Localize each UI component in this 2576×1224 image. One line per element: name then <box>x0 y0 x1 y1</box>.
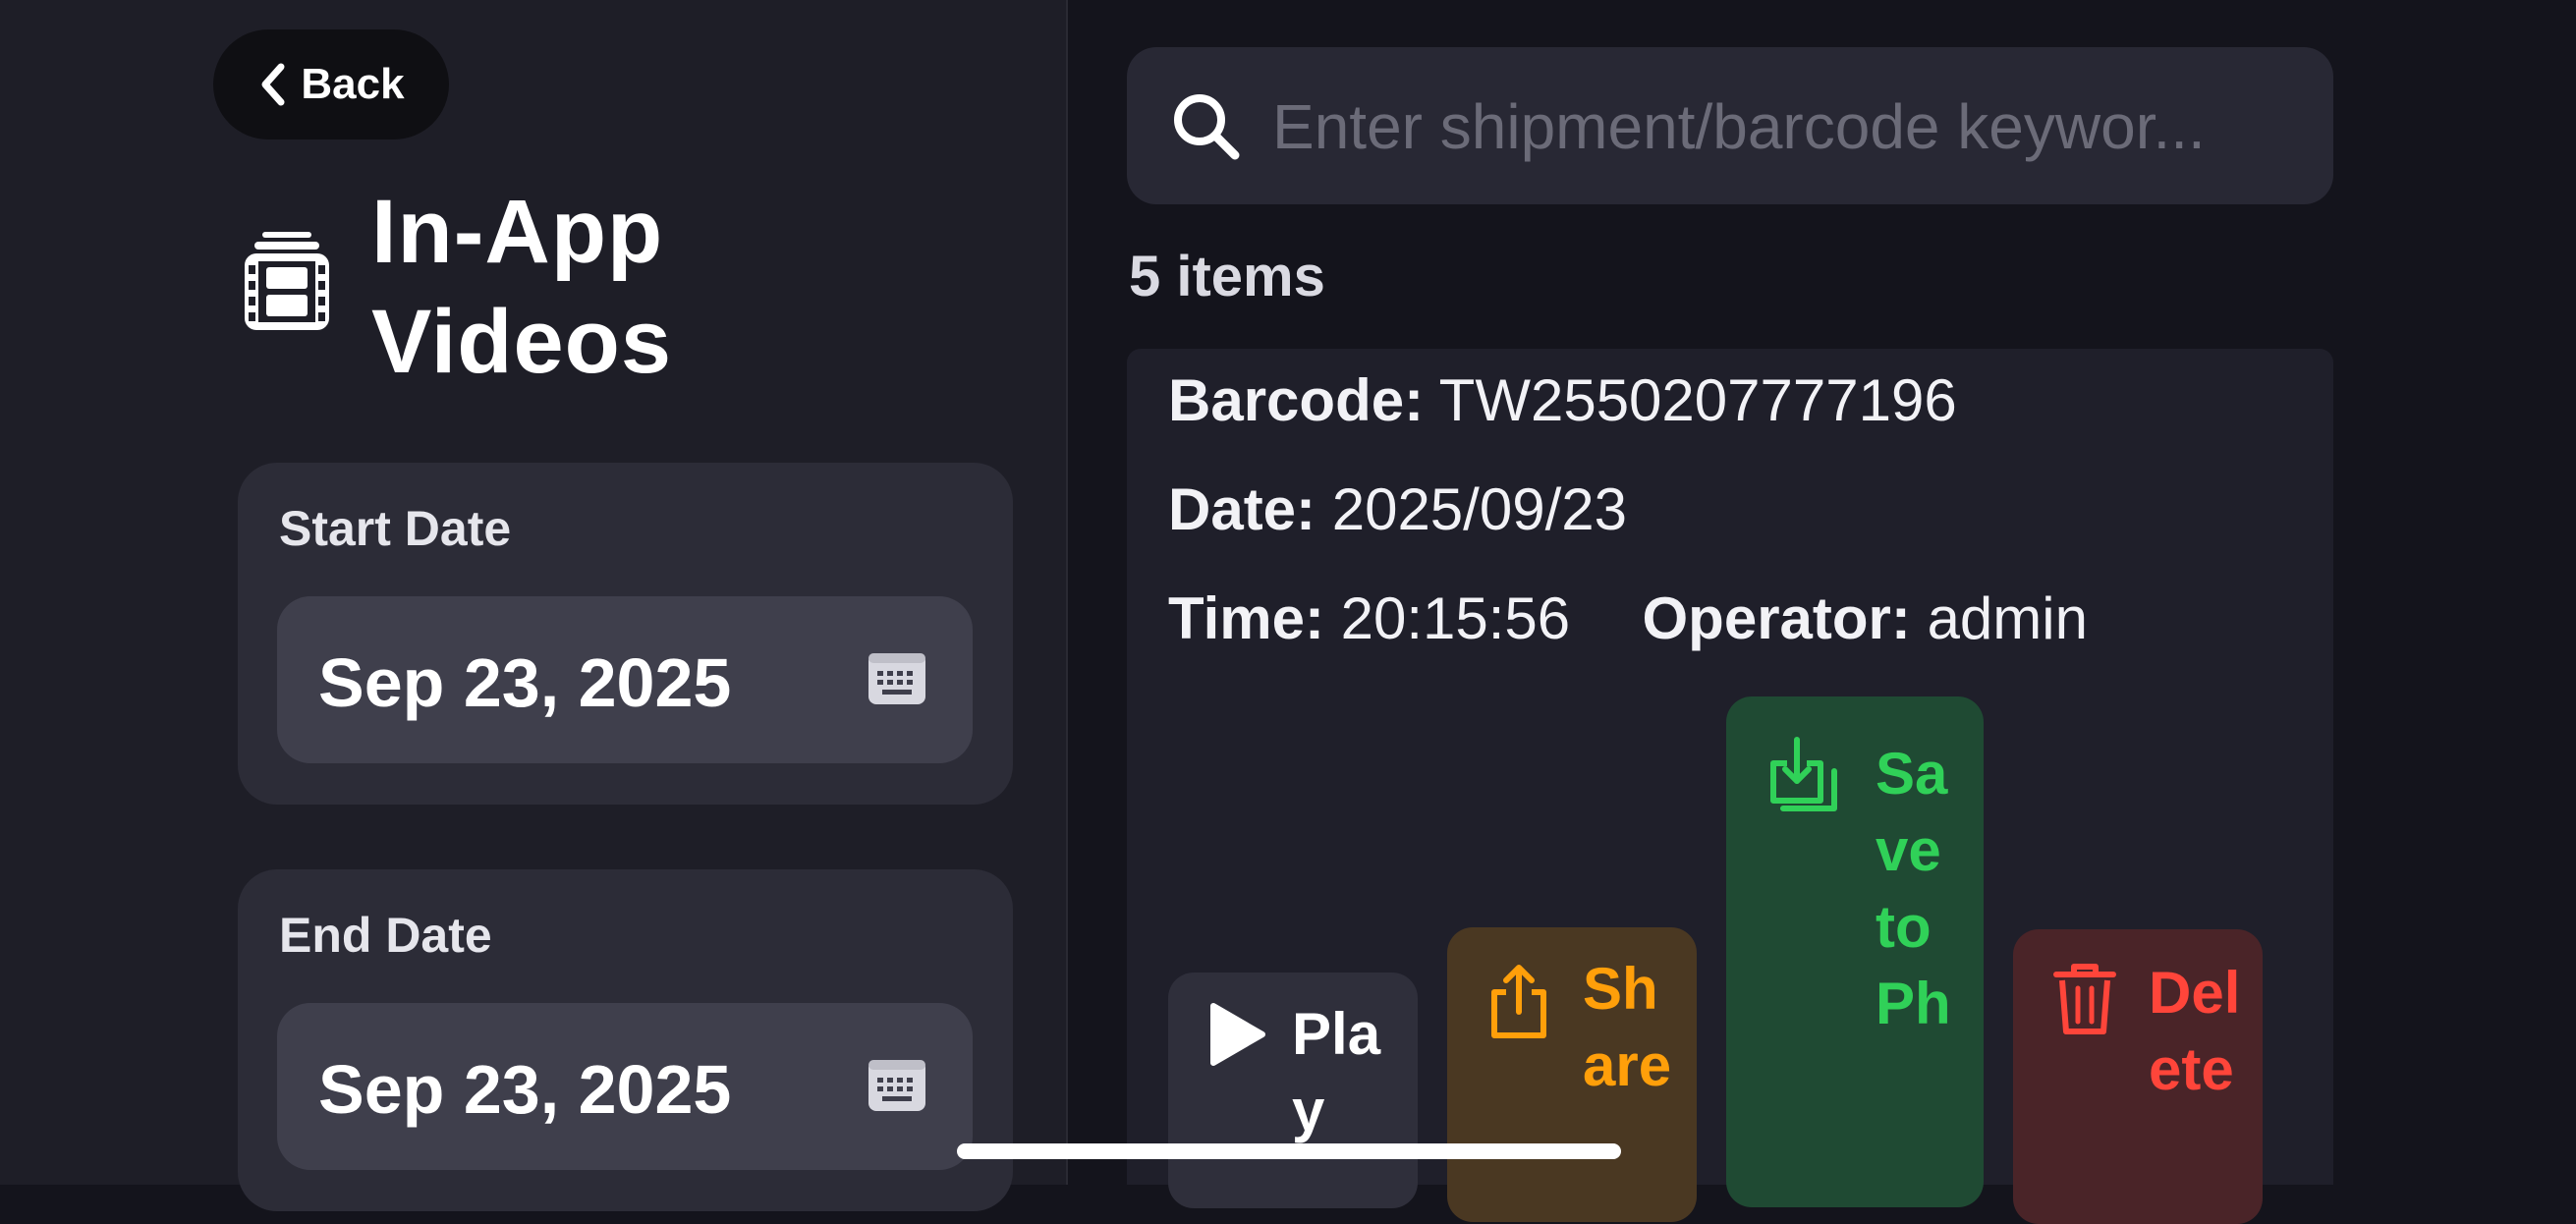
date-value: 2025/09/23 <box>1331 476 1627 542</box>
time-row: Time: 20:15:56 Operator: admin <box>1168 584 2088 652</box>
start-date-picker[interactable]: Sep 23, 2025 <box>277 596 973 763</box>
home-indicator[interactable] <box>957 1143 1621 1159</box>
play-button[interactable]: Play <box>1168 973 1418 1208</box>
trash-icon <box>2053 964 2116 1034</box>
barcode-label: Barcode: <box>1168 367 1425 433</box>
share-label: Share <box>1583 956 1672 1098</box>
save-to-photos-button[interactable]: Save to Ph <box>1726 696 1984 1207</box>
page-title-line2: Videos <box>371 292 672 392</box>
keyboard-icon <box>868 1060 925 1111</box>
back-button[interactable]: Back <box>213 29 449 139</box>
time-label: Time: <box>1168 585 1324 651</box>
delete-button[interactable]: Delete <box>2013 929 2263 1224</box>
end-date-label: End Date <box>279 908 492 963</box>
date-label: Date: <box>1168 476 1316 542</box>
search-bar <box>1127 47 2333 204</box>
operator-label: Operator: <box>1642 585 1911 651</box>
start-date-card: Start Date Sep 23, 2025 <box>238 463 1013 805</box>
end-date-picker[interactable]: Sep 23, 2025 <box>277 1003 973 1170</box>
right-pane: 5 items Barcode: TW2550207777196 Date: 2… <box>1068 0 2576 1224</box>
keyboard-icon <box>868 653 925 704</box>
save-label: Save to Ph <box>1876 741 1951 1036</box>
start-date-label: Start Date <box>279 501 512 556</box>
search-icon <box>1174 94 1240 160</box>
play-icon <box>1210 1003 1265 1066</box>
share-button[interactable]: Share <box>1447 927 1697 1222</box>
start-date-value: Sep 23, 2025 <box>318 644 732 721</box>
left-pane: Back In-App Videos Start Date Sep 23, 20… <box>0 0 1068 1211</box>
back-label: Back <box>301 60 405 108</box>
operator-value: admin <box>1927 585 2088 651</box>
search-input[interactable] <box>1270 77 2316 177</box>
barcode-row: Barcode: TW2550207777196 <box>1168 366 1957 434</box>
item-count: 5 items <box>1129 245 1325 308</box>
barcode-value: TW2550207777196 <box>1438 367 1957 433</box>
delete-label: Delete <box>2149 960 2241 1102</box>
page-title: In-App Videos <box>371 177 922 397</box>
chevron-left-icon <box>261 63 285 106</box>
end-date-card: End Date Sep 23, 2025 <box>238 869 1013 1211</box>
play-label: Play <box>1292 1001 1381 1143</box>
time-value: 20:15:56 <box>1340 585 1571 651</box>
date-row: Date: 2025/09/23 <box>1168 475 1627 543</box>
film-stack-icon <box>245 232 329 330</box>
share-icon <box>1491 965 1546 1038</box>
page-title-line1: In-App <box>371 182 664 282</box>
save-download-icon <box>1770 737 1837 811</box>
video-item-card: Barcode: TW2550207777196 Date: 2025/09/2… <box>1127 349 2333 1224</box>
end-date-value: Sep 23, 2025 <box>318 1051 732 1128</box>
